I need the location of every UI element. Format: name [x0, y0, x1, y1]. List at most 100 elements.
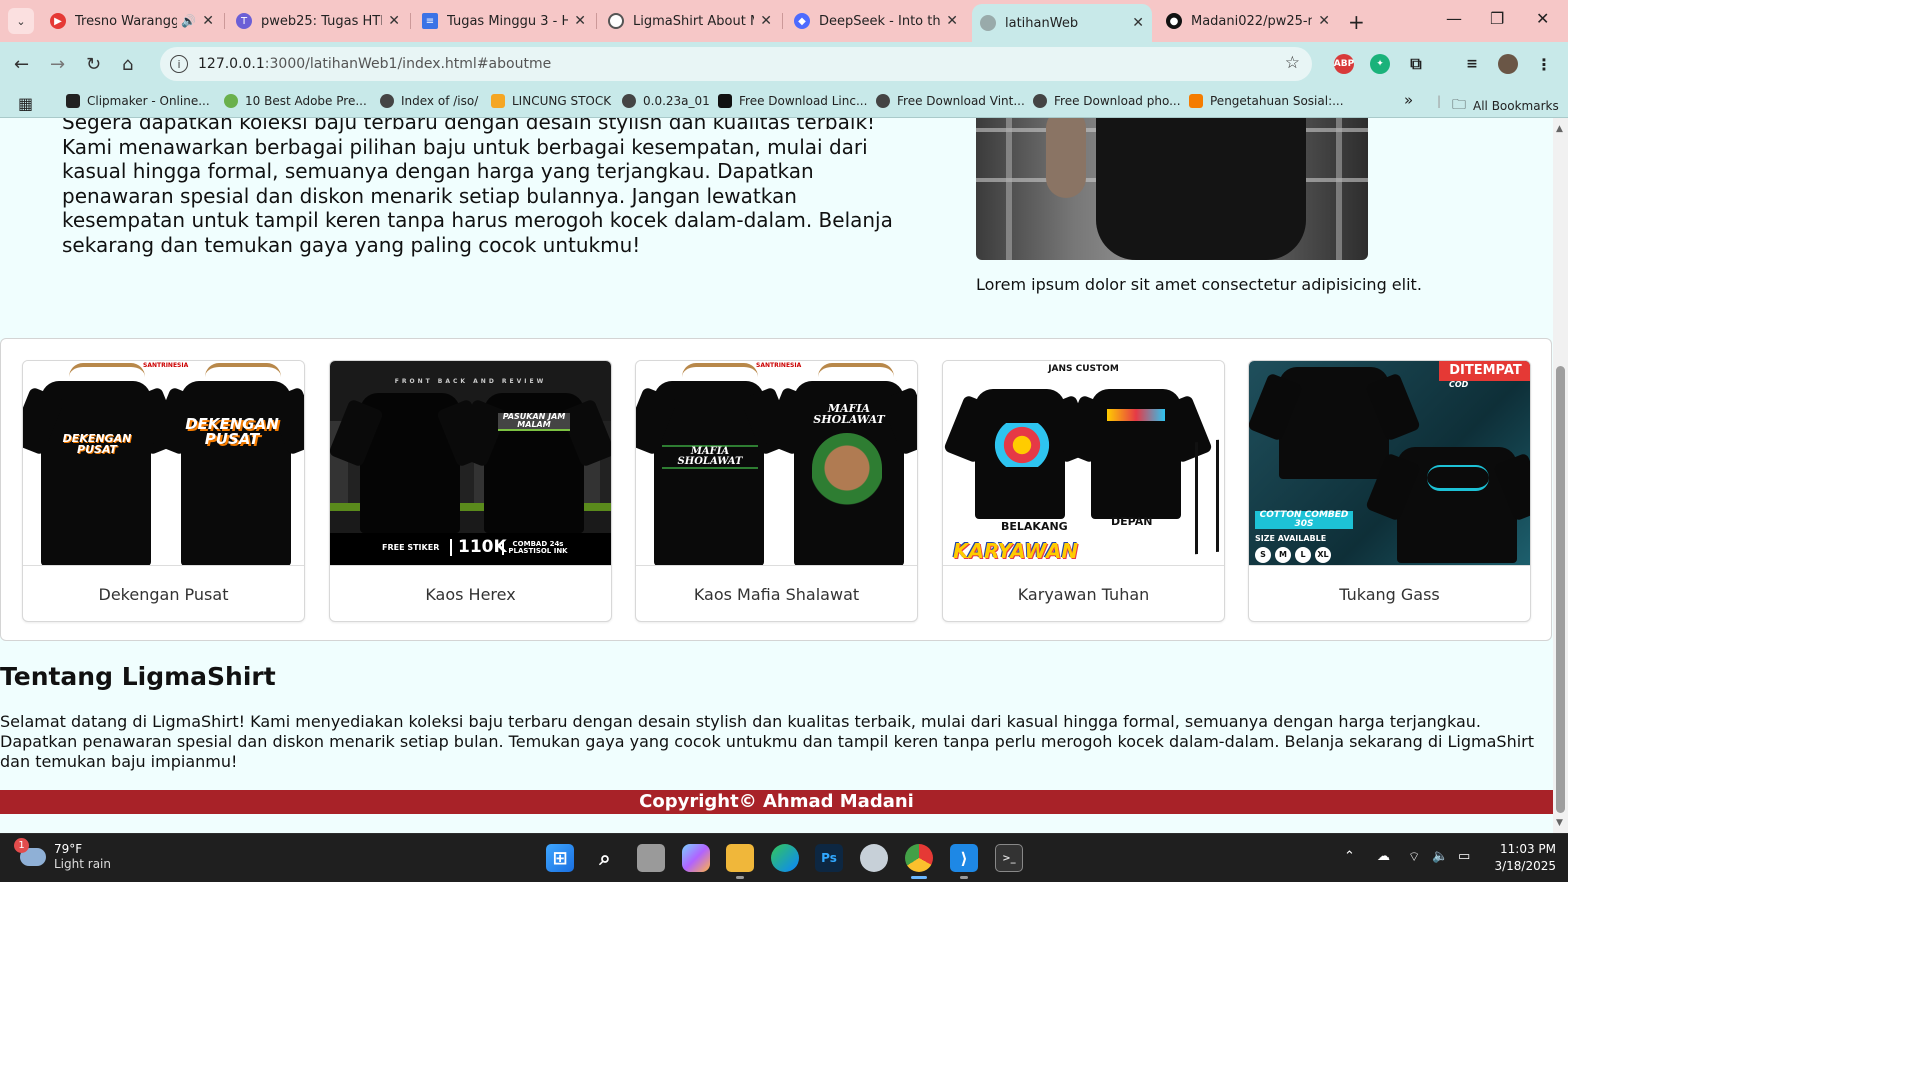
terminal-icon[interactable]: >_: [995, 844, 1023, 872]
tab-3[interactable]: LigmaShirt About Me ✕: [600, 6, 780, 36]
bookmark-0[interactable]: Clipmaker - Online...: [66, 94, 210, 108]
extensions-puzzle-icon[interactable]: ⧉: [1406, 54, 1426, 74]
vscode-icon[interactable]: ⟩: [950, 844, 978, 879]
more-bookmarks-button[interactable]: »: [1404, 91, 1413, 109]
home-icon: ⌂: [122, 54, 134, 75]
tab-6[interactable]: ● Madani022/pw25-mi ✕: [1158, 6, 1338, 36]
arrow-right-icon: →: [50, 54, 66, 75]
close-icon[interactable]: ✕: [574, 13, 586, 29]
scroll-up-icon[interactable]: ▲: [1556, 124, 1563, 134]
close-icon[interactable]: ✕: [946, 13, 958, 29]
bookmark-5[interactable]: Free Download Linc...: [718, 94, 867, 108]
shirt-back: [181, 381, 291, 565]
product-card[interactable]: SANTRINESIA MAFIA SHOLAWAT MAFIA SHOLAWA…: [635, 360, 918, 622]
battery-icon[interactable]: ▭: [1458, 849, 1470, 864]
scroll-down-icon[interactable]: ▼: [1556, 818, 1563, 828]
copilot-icon[interactable]: [682, 844, 710, 872]
bookmark-1[interactable]: 10 Best Adobe Pre...: [224, 94, 367, 108]
restore-button[interactable]: ❐: [1490, 9, 1504, 28]
tab-0[interactable]: ▶ Tresno Waranggo 🔊 ✕: [42, 6, 222, 36]
weather-widget[interactable]: 1 79°F Light rain: [14, 838, 111, 872]
globe-icon: [980, 15, 996, 31]
product-card[interactable]: SANTRINESIA DEKENGAN PUSAT DEKENGAN PUSA…: [22, 360, 305, 622]
hanger: [69, 363, 145, 377]
close-icon[interactable]: ✕: [1132, 15, 1144, 31]
media-control-icon[interactable]: ≡: [1462, 54, 1482, 74]
windows-icon[interactable]: ⊞: [546, 844, 574, 872]
task-view-icon[interactable]: [637, 844, 665, 872]
bookmark-7[interactable]: Free Download pho...: [1033, 94, 1181, 108]
site-info-icon[interactable]: i: [170, 55, 188, 73]
forward-button[interactable]: →: [50, 54, 65, 75]
steam-icon[interactable]: [860, 844, 888, 872]
banner-text: KARYAWAN: [953, 539, 1079, 563]
all-bookmarks-button[interactable]: 🗀 All Bookmarks: [1452, 94, 1559, 118]
tab-search-button[interactable]: ⌄: [8, 8, 34, 34]
close-icon[interactable]: ✕: [760, 13, 772, 29]
globe-icon: [608, 13, 624, 29]
page-scrollbar[interactable]: ▲ ▼: [1553, 118, 1568, 833]
bookmark-favicon-icon: [491, 94, 505, 108]
tab-2[interactable]: ≡ Tugas Minggu 3 - HT ✕: [414, 6, 594, 36]
tab-4[interactable]: ◆ DeepSeek - Into the ✕: [786, 6, 966, 36]
address-bar[interactable]: i 127.0.0.1:3000/latihanWeb1/index.html#…: [160, 47, 1312, 81]
about-paragraph: Selamat datang di LigmaShirt! Kami menye…: [0, 712, 1535, 771]
close-icon[interactable]: ✕: [388, 13, 400, 29]
back-button[interactable]: ←: [14, 54, 29, 75]
chevron-up-icon[interactable]: ⌃: [1344, 849, 1355, 864]
menu-kebab-icon[interactable]: ⋮: [1534, 54, 1554, 74]
material-spec: COMBAD 24s PLASTISOL INK: [502, 541, 572, 555]
product-card[interactable]: FRONT BACK AND REVIEW PASUKAN JAM MALAM …: [329, 360, 612, 622]
page-viewport: Segera dapatkan koleksi baju terbaru den…: [0, 118, 1553, 833]
adblock-icon[interactable]: ABP: [1334, 54, 1354, 74]
close-icon[interactable]: ✕: [202, 13, 214, 29]
scrollbar-thumb[interactable]: [1556, 366, 1565, 813]
tab-5-active[interactable]: latihanWeb ✕: [972, 4, 1152, 42]
apps-grid-icon[interactable]: ▦: [18, 94, 33, 113]
folder-icon: 🗀: [1452, 97, 1466, 113]
home-button[interactable]: ⌂: [122, 54, 133, 75]
bookmark-8[interactable]: Pengetahuan Sosial:...: [1189, 94, 1344, 108]
volume-icon[interactable]: 🔈: [1432, 849, 1448, 864]
arrow-left-icon: ←: [14, 54, 30, 75]
free-sticker-label: FREE STIKER: [382, 543, 440, 552]
close-icon[interactable]: ✕: [1318, 13, 1330, 29]
bookmark-star-icon[interactable]: ☆: [1285, 53, 1300, 73]
product-image: SANTRINESIA DEKENGAN PUSAT DEKENGAN PUSA…: [23, 361, 304, 566]
tab-1[interactable]: T pweb25: Tugas HTML ✕: [228, 6, 408, 36]
tab-title: DeepSeek - Into the: [819, 13, 941, 29]
youtube-icon: ▶: [50, 13, 66, 29]
close-window-button[interactable]: ✕: [1536, 9, 1549, 28]
product-image: JANS CUSTOM BELAKANG DEPAN KARYAWAN: [943, 361, 1224, 566]
product-card[interactable]: DITEMPAT COD COTTON COMBED 30S SIZE AVAI…: [1248, 360, 1531, 622]
bookmark-2[interactable]: Index of /iso/: [380, 94, 478, 108]
speaker-icon[interactable]: 🔊: [181, 14, 196, 28]
chrome-icon[interactable]: [905, 844, 933, 879]
bookmark-3[interactable]: LINCUNG STOCK: [491, 94, 611, 108]
bookmark-6[interactable]: Free Download Vint...: [876, 94, 1025, 108]
product-image: FRONT BACK AND REVIEW PASUKAN JAM MALAM …: [330, 361, 611, 566]
longsleeve-front: [1279, 367, 1389, 479]
product-card[interactable]: JANS CUSTOM BELAKANG DEPAN KARYAWAN Kary…: [942, 360, 1225, 622]
file-explorer-icon[interactable]: [726, 844, 754, 879]
notification-badge: 1: [14, 838, 29, 853]
tab-separator: [782, 13, 783, 29]
minimize-button[interactable]: —: [1446, 9, 1462, 28]
size-option: M: [1275, 547, 1291, 563]
system-clock[interactable]: 11:03 PM 3/18/2025: [1486, 841, 1556, 875]
edge-icon[interactable]: [771, 844, 799, 872]
onedrive-cloud-icon[interactable]: ☁: [1377, 849, 1390, 864]
bookmark-label: LINCUNG STOCK: [512, 94, 612, 108]
search-icon[interactable]: ⌕: [591, 844, 619, 872]
shirt-front: [654, 381, 764, 565]
bookmark-4[interactable]: 0.0.23a_01: [622, 94, 710, 108]
reload-button[interactable]: ↻: [86, 54, 101, 75]
extension-icon[interactable]: ✦: [1370, 54, 1390, 74]
new-tab-button[interactable]: +: [1348, 10, 1365, 34]
brand-logo: SANTRINESIA: [143, 362, 189, 369]
wifi-icon[interactable]: ⌔: [1408, 849, 1420, 865]
photoshop-icon[interactable]: Ps: [815, 844, 843, 872]
profile-avatar[interactable]: [1498, 54, 1518, 74]
shirt-front: [360, 393, 460, 533]
hanger: [818, 363, 894, 377]
